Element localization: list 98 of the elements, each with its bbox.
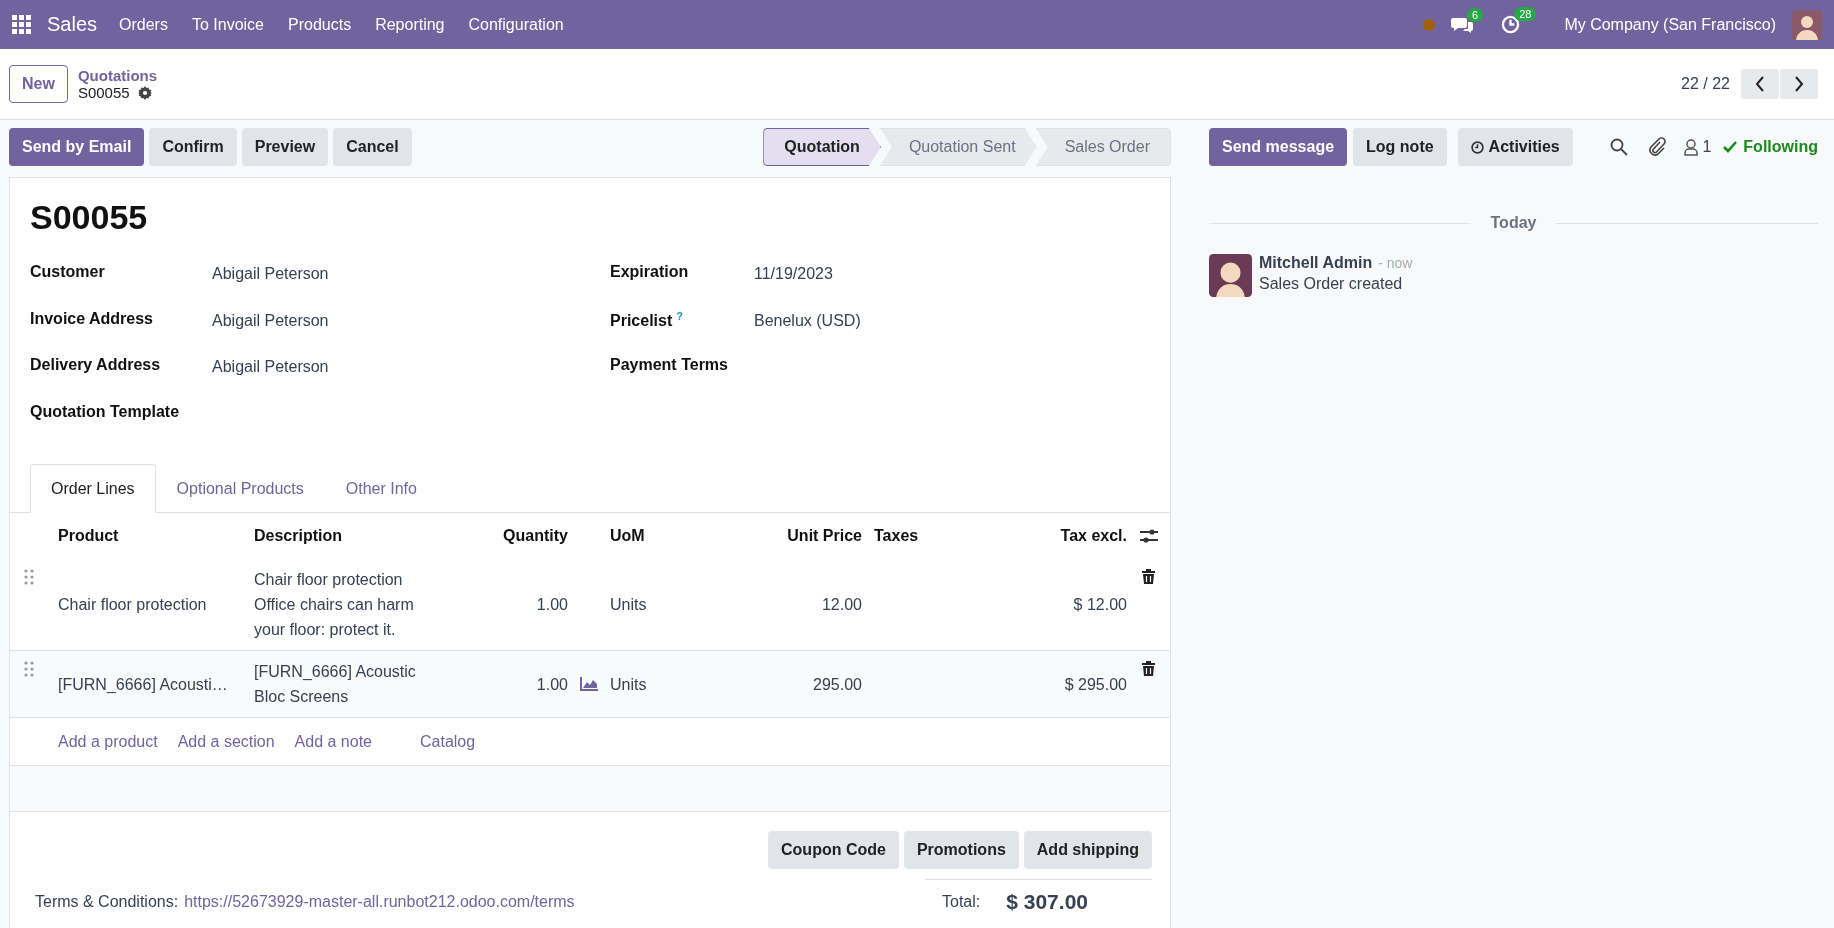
uom-cell[interactable]: Units	[610, 675, 647, 693]
chatter-button[interactable]: Log note	[1353, 128, 1447, 166]
field-label: Pricelist	[610, 311, 673, 329]
column-header[interactable]: Description	[254, 527, 342, 544]
sliders-icon[interactable]	[1139, 528, 1158, 544]
add-line-link[interactable]: Add a section	[177, 732, 275, 751]
column-header[interactable]: Unit Price	[787, 527, 862, 544]
footer-button[interactable]: Coupon Code	[768, 831, 899, 869]
drag-handle-icon[interactable]	[24, 661, 34, 677]
activity-count: 28	[1514, 7, 1537, 21]
total-label: Total:	[942, 893, 981, 911]
status-stage[interactable]: Quotation Sent	[879, 128, 1037, 166]
settings-icon[interactable]	[137, 85, 152, 100]
terms-link[interactable]: https://52673929-master-all.runbot212.odoo.com/terms	[184, 893, 575, 911]
menu-item[interactable]: Products	[288, 15, 352, 34]
column-header[interactable]: Tax excl.	[1060, 527, 1127, 544]
app-name[interactable]: Sales	[47, 13, 98, 36]
column-header[interactable]: UoM	[610, 527, 645, 544]
message-time: - now	[1378, 255, 1413, 271]
apps-menu-icon[interactable]	[12, 15, 31, 34]
next-button[interactable]	[1780, 69, 1818, 99]
chat-bubbles-icon[interactable]	[1451, 15, 1473, 34]
add-line-link[interactable]: Add a note	[294, 732, 372, 751]
trash-icon[interactable]	[1142, 569, 1155, 584]
action-button[interactable]: Preview	[241, 128, 329, 166]
help-marker[interactable]: ?	[676, 309, 683, 322]
column-header[interactable]: Taxes	[874, 527, 919, 544]
column-header[interactable]: Product	[58, 527, 119, 544]
user-avatar-icon[interactable]	[1792, 9, 1822, 40]
chatter-button[interactable]: Send message	[1209, 128, 1348, 166]
field-value[interactable]: Abigail Peterson	[212, 265, 329, 282]
add-line-link[interactable]: Add a product	[58, 732, 158, 751]
chatter-button[interactable]: Activities	[1457, 128, 1573, 166]
footer-button[interactable]: Add shipping	[1023, 831, 1152, 869]
action-button[interactable]: Send by Email	[9, 128, 145, 166]
unit-price-cell[interactable]: 295.00	[813, 675, 862, 693]
previous-button[interactable]	[1741, 69, 1779, 99]
footer-button[interactable]: Promotions	[903, 831, 1019, 869]
date-separator: Today	[1490, 214, 1537, 232]
notebook-tab[interactable]: Optional Products	[155, 464, 325, 513]
menu-item[interactable]: Configuration	[468, 15, 564, 34]
field-label: Payment Terms	[610, 356, 728, 373]
clock-icon[interactable]	[1501, 15, 1521, 34]
breadcrumb-link[interactable]: Quotations	[77, 67, 158, 84]
field-value[interactable]: Benelux (USD)	[754, 311, 861, 329]
subtotal-cell: $ 12.00	[1073, 596, 1127, 613]
subtotal-cell: $ 295.00	[1064, 675, 1127, 693]
menu-item[interactable]: Reporting	[375, 15, 445, 34]
terms-label: Terms & Conditions:	[35, 893, 179, 911]
menu-item[interactable]: To Invoice	[191, 15, 264, 34]
description-cell[interactable]: Chair floor protection Office chairs can harm your floor: protect it.	[254, 567, 434, 642]
field-label: Expiration	[610, 263, 689, 280]
record-title: S00055	[30, 198, 149, 237]
record-name: S00055	[77, 84, 130, 101]
clock-icon	[1470, 140, 1484, 154]
notebook-tab[interactable]: Order Lines	[30, 464, 156, 513]
product-cell[interactable]: Chair floor protection	[58, 596, 207, 613]
status-stage[interactable]: Quotation	[763, 128, 881, 166]
user-avatar-icon	[1209, 254, 1252, 297]
action-button[interactable]: Confirm	[149, 128, 237, 166]
status-stage[interactable]: Sales Order	[1035, 128, 1171, 166]
trash-icon[interactable]	[1142, 661, 1155, 676]
message-author[interactable]: Mitchell Admin	[1259, 254, 1373, 272]
company-switcher[interactable]: My Company (San Francisco)	[1564, 15, 1776, 34]
pager-value: 22 / 22	[1681, 75, 1730, 93]
quantity-cell[interactable]: 1.00	[536, 596, 568, 613]
total-value: $ 307.00	[1006, 890, 1088, 914]
drag-handle-icon[interactable]	[24, 569, 34, 585]
field-label: Delivery Address	[30, 356, 161, 373]
area-chart-icon[interactable]	[580, 677, 598, 691]
add-line-link[interactable]: Catalog	[420, 732, 476, 751]
new-button[interactable]: New	[9, 65, 68, 103]
chevron-right-icon	[1794, 76, 1804, 92]
checkmark-icon	[1723, 141, 1738, 153]
field-value[interactable]: Abigail Peterson	[212, 358, 329, 375]
chevron-left-icon	[1755, 76, 1765, 92]
field-label: Invoice Address	[30, 309, 153, 327]
menu-item[interactable]: Orders	[119, 15, 168, 34]
uom-cell[interactable]: Units	[610, 596, 647, 613]
message-count: 6	[1467, 7, 1484, 22]
field-value[interactable]: Abigail Peterson	[212, 311, 329, 329]
action-button[interactable]: Cancel	[333, 128, 412, 166]
notebook-tab[interactable]: Other Info	[324, 464, 438, 513]
following-button[interactable]: Following	[1723, 138, 1818, 156]
field-label: Customer	[30, 263, 105, 280]
field-value[interactable]: 11/19/2023	[754, 265, 833, 282]
field-label: Quotation Template	[30, 402, 180, 420]
quantity-cell[interactable]: 1.00	[536, 675, 568, 693]
product-cell[interactable]: [FURN_6666] Acousti…	[58, 675, 228, 693]
paperclip-icon[interactable]	[1648, 137, 1667, 157]
followers-button[interactable]: 1	[1678, 137, 1718, 157]
search-icon[interactable]	[1610, 138, 1629, 156]
message-body: Sales Order created	[1259, 275, 1404, 293]
status-dot	[1423, 18, 1435, 31]
unit-price-cell[interactable]: 12.00	[821, 596, 862, 613]
person-icon	[1684, 138, 1699, 156]
column-header[interactable]: Quantity	[503, 527, 568, 544]
description-cell[interactable]: [FURN_6666] Acoustic Bloc Screens	[254, 659, 434, 709]
